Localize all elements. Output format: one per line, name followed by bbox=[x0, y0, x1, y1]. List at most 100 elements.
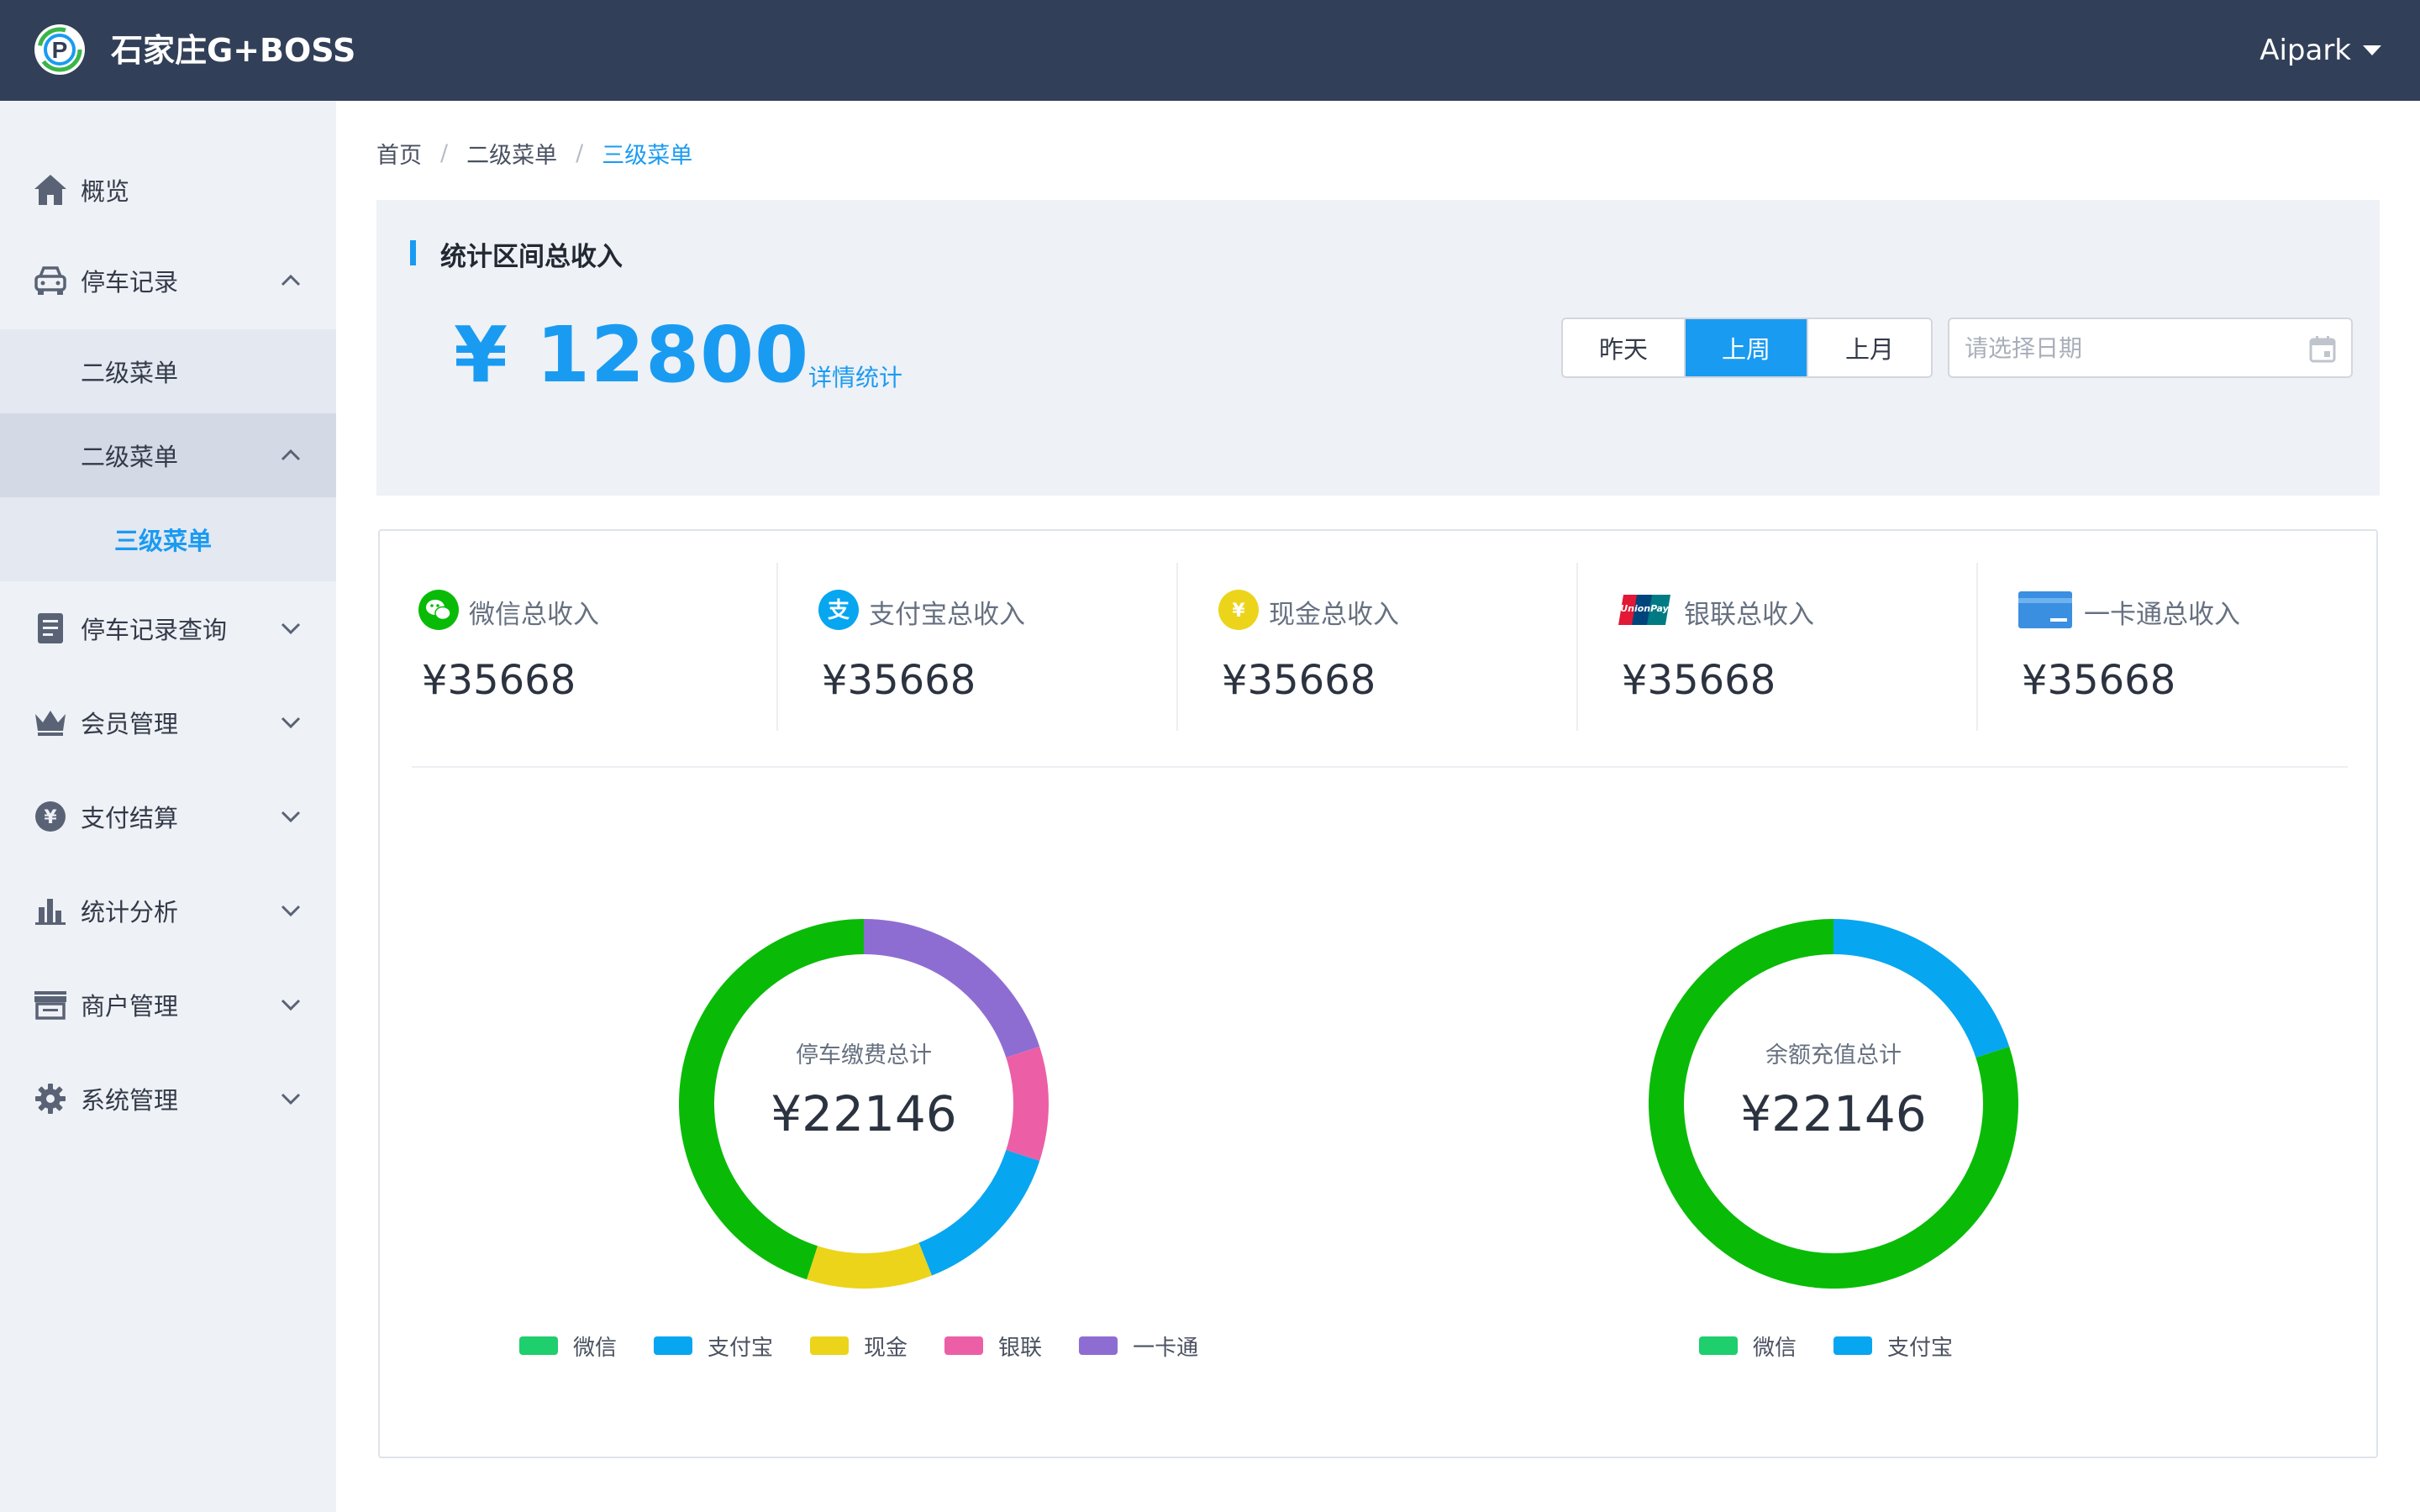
user-menu[interactable]: Aipark bbox=[2260, 30, 2381, 71]
sidebar-item-label: 统计分析 bbox=[81, 898, 179, 927]
legend-item[interactable]: 微信 bbox=[1699, 1331, 1797, 1362]
legend-swatch bbox=[810, 1336, 850, 1355]
stat-label: 银联总收入 bbox=[1684, 600, 1814, 630]
sidebar-item-parking-records[interactable]: 停车记录 bbox=[0, 240, 336, 321]
date-picker[interactable] bbox=[1948, 318, 2353, 378]
range-yesterday-button[interactable]: 昨天 bbox=[1563, 319, 1686, 376]
legend-label: 一卡通 bbox=[1133, 1335, 1199, 1361]
sidebar-item-label: 商户管理 bbox=[81, 992, 179, 1021]
logo-icon: P bbox=[34, 24, 85, 75]
sidebar-item-label: 停车记录 bbox=[81, 268, 179, 297]
card-icon bbox=[2018, 591, 2072, 628]
legend-item[interactable]: 银联 bbox=[944, 1331, 1042, 1362]
sidebar-subitem-level2-a[interactable]: 二级菜单 bbox=[0, 329, 336, 413]
legend-item[interactable]: 现金 bbox=[810, 1331, 908, 1362]
stat-value: ¥35668 bbox=[1222, 657, 1376, 704]
legend-label: 银联 bbox=[998, 1335, 1043, 1361]
parking-fee-donut-chart: 停车缴费总计 ¥22146 bbox=[679, 919, 1049, 1289]
sidebar-thirditem-label: 三级菜单 bbox=[114, 527, 213, 555]
breadcrumb-separator: / bbox=[440, 139, 449, 166]
stat-label: 现金总收入 bbox=[1269, 600, 1399, 630]
app-title: 石家庄G+BOSS bbox=[111, 32, 356, 69]
divider bbox=[776, 563, 778, 731]
chevron-down-icon bbox=[281, 999, 301, 1011]
user-name: Aipark bbox=[2260, 34, 2351, 67]
unionpay-icon: UnionPay bbox=[1618, 595, 1670, 625]
sidebar-item-merchants[interactable]: 商户管理 bbox=[0, 964, 336, 1045]
breadcrumb-home[interactable]: 首页 bbox=[376, 137, 422, 170]
top-bar: P 石家庄G+BOSS Aipark bbox=[0, 0, 2420, 101]
balance-recharge-donut-chart: 余额充值总计 ¥22146 bbox=[1649, 919, 2018, 1289]
chevron-up-icon bbox=[281, 274, 301, 286]
divider bbox=[412, 766, 2348, 768]
total-income-amount: ¥ 12800 bbox=[454, 310, 810, 400]
svg-text:P: P bbox=[52, 37, 68, 63]
chevron-down-icon bbox=[281, 717, 301, 729]
range-last-month-button[interactable]: 上月 bbox=[1808, 319, 1931, 376]
parking-fee-legend: 微信 支付宝 现金 银联 一卡通 bbox=[519, 1329, 1235, 1362]
donut-slice-现金[interactable] bbox=[807, 1242, 932, 1289]
stat-wechat: 微信总收入 ¥35668 bbox=[380, 563, 778, 731]
divider bbox=[1976, 563, 1978, 731]
legend-swatch bbox=[1699, 1336, 1738, 1355]
bar-chart-icon bbox=[32, 892, 69, 929]
chevron-down-icon bbox=[281, 905, 301, 917]
breadcrumb-separator: / bbox=[576, 139, 584, 166]
sidebar-thirditem-level3[interactable]: 三级菜单 bbox=[0, 497, 336, 581]
document-icon bbox=[32, 610, 69, 647]
sidebar-item-payment[interactable]: ¥ 支付结算 bbox=[0, 776, 336, 857]
legend-item[interactable]: 微信 bbox=[519, 1331, 617, 1362]
stat-value: ¥35668 bbox=[2022, 657, 2176, 704]
legend-label: 现金 bbox=[864, 1335, 908, 1361]
gear-icon bbox=[32, 1080, 69, 1117]
donut-title: 停车缴费总计 bbox=[796, 1042, 932, 1068]
legend-item[interactable]: 支付宝 bbox=[1833, 1331, 1953, 1362]
legend-label: 支付宝 bbox=[1887, 1335, 1954, 1361]
stat-value: ¥35668 bbox=[422, 657, 576, 704]
sidebar-subitem-level2-b[interactable]: 二级菜单 bbox=[0, 413, 336, 497]
donut-slice-支付宝[interactable] bbox=[1833, 919, 2010, 1058]
sidebar-item-label: 停车记录查询 bbox=[81, 616, 228, 644]
income-breakdown-card: 微信总收入 ¥35668 支 支付宝总收入 ¥35668 ¥ 现金总收入 ¥35… bbox=[378, 529, 2378, 1458]
sidebar-subitem-label: 二级菜单 bbox=[81, 443, 179, 471]
stat-transit-card: 一卡通总收入 ¥35668 bbox=[1980, 563, 2378, 731]
breadcrumb-level2[interactable]: 二级菜单 bbox=[466, 137, 557, 170]
sidebar-item-system[interactable]: 系统管理 bbox=[0, 1058, 336, 1139]
legend-swatch bbox=[654, 1336, 693, 1355]
store-icon bbox=[32, 986, 69, 1023]
sidebar-item-members[interactable]: 会员管理 bbox=[0, 682, 336, 763]
breadcrumb: 首页 / 二级菜单 / 三级菜单 bbox=[376, 136, 692, 170]
donut-slice-支付宝[interactable] bbox=[918, 1149, 1040, 1276]
calendar-icon[interactable] bbox=[2307, 334, 2338, 365]
alipay-icon: 支 bbox=[818, 590, 859, 630]
legend-item[interactable]: 一卡通 bbox=[1079, 1331, 1198, 1362]
svg-text:¥: ¥ bbox=[1232, 601, 1245, 622]
svg-text:UnionPay: UnionPay bbox=[1620, 603, 1669, 614]
legend-label: 微信 bbox=[1753, 1335, 1797, 1361]
chevron-down-icon bbox=[281, 811, 301, 823]
legend-swatch bbox=[944, 1336, 984, 1355]
donut-center-value: ¥22146 bbox=[1740, 1085, 1927, 1142]
legend-swatch bbox=[519, 1336, 558, 1355]
stat-label: 一卡通总收入 bbox=[2084, 600, 2240, 630]
divider bbox=[1576, 563, 1578, 731]
yen-icon: ¥ bbox=[32, 798, 69, 835]
balance-recharge-legend: 微信 支付宝 bbox=[1699, 1329, 1990, 1362]
sidebar-item-label: 会员管理 bbox=[81, 710, 179, 738]
divider bbox=[1176, 563, 1178, 731]
range-selector: 昨天 上周 上月 bbox=[1561, 318, 1933, 378]
legend-item[interactable]: 支付宝 bbox=[654, 1331, 773, 1362]
legend-swatch bbox=[1833, 1336, 1873, 1355]
donut-slice-一卡通[interactable] bbox=[863, 919, 1040, 1058]
svg-text:¥: ¥ bbox=[44, 807, 57, 828]
range-last-week-button[interactable]: 上周 bbox=[1686, 319, 1808, 376]
sidebar-item-record-query[interactable]: 停车记录查询 bbox=[0, 588, 336, 669]
date-input[interactable] bbox=[1965, 328, 2284, 368]
sidebar-item-statistics[interactable]: 统计分析 bbox=[0, 870, 336, 951]
stat-cash: ¥ 现金总收入 ¥35668 bbox=[1180, 563, 1578, 731]
sidebar-item-label: 概览 bbox=[81, 177, 130, 206]
car-icon bbox=[32, 262, 69, 299]
detail-statistics-link[interactable]: 详情统计 bbox=[808, 360, 902, 393]
sidebar-item-overview[interactable]: 概览 bbox=[0, 150, 336, 230]
donut-title: 余额充值总计 bbox=[1765, 1042, 1902, 1068]
